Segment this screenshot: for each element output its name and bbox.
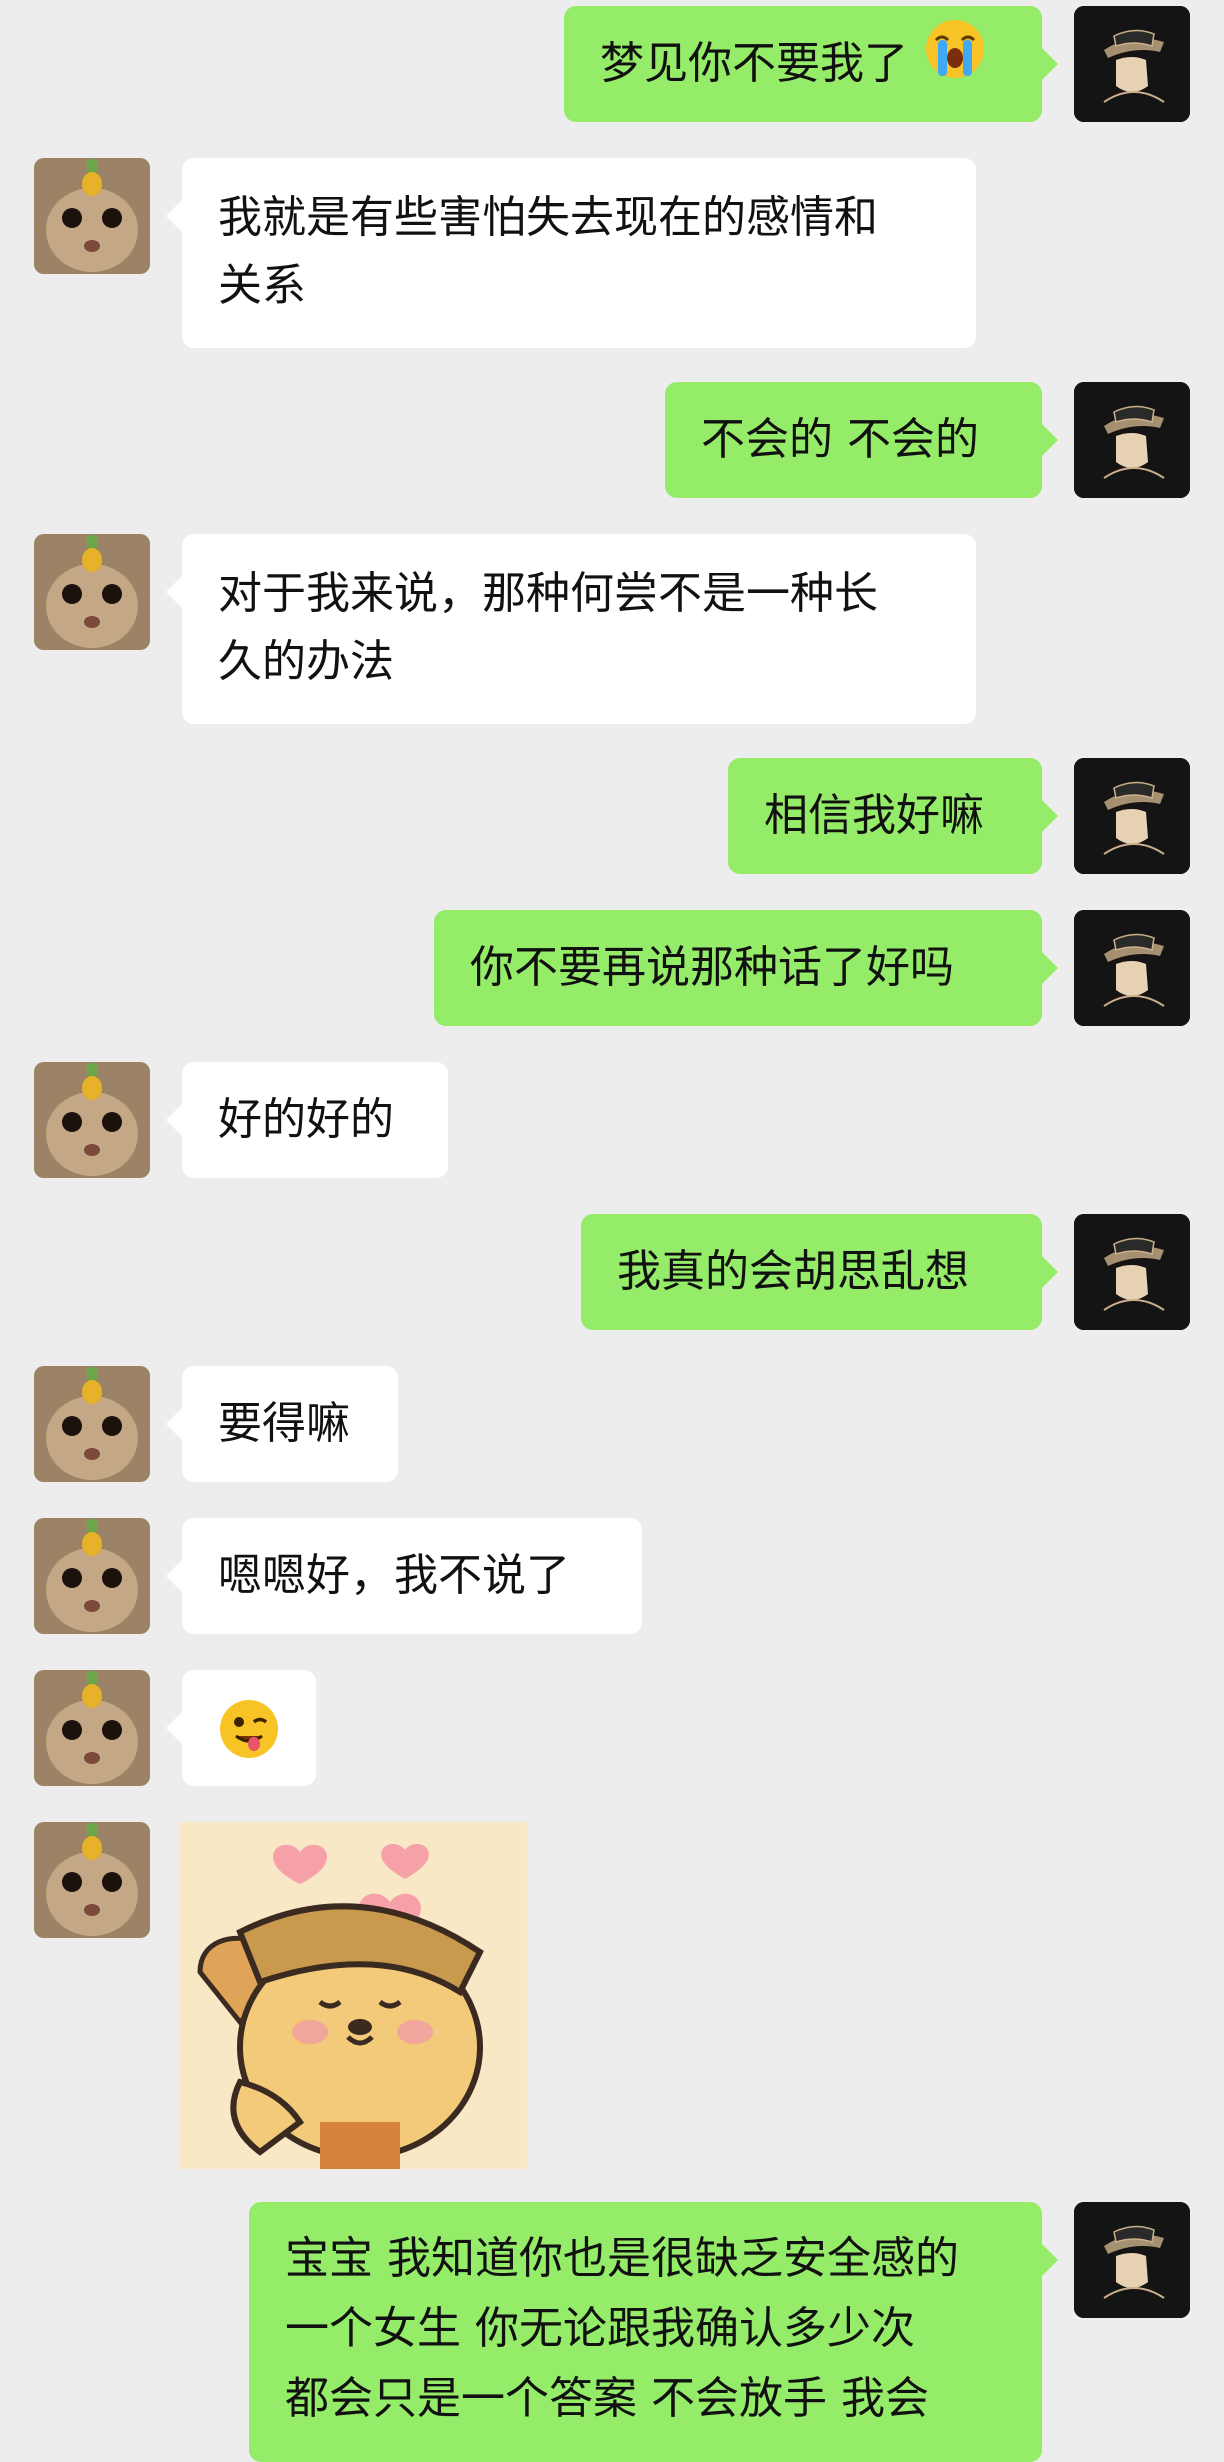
hat-man-avatar-icon [1074, 910, 1190, 1026]
my-avatar[interactable] [1074, 1214, 1190, 1330]
contact-avatar[interactable] [34, 1670, 150, 1786]
winking-face-with-tongue-icon [218, 1698, 280, 1780]
my-avatar[interactable] [1074, 2202, 1190, 2318]
contact-avatar[interactable] [34, 1366, 150, 1482]
hat-man-avatar-icon [1074, 758, 1190, 874]
message-line: 对于我来说，那种何尝不是一种长 [218, 568, 878, 619]
cat-avatar-icon [34, 1822, 150, 1938]
message-text: 梦见你不要我了 [600, 38, 908, 89]
cat-avatar-icon [34, 1518, 150, 1634]
message-bubble[interactable]: 梦见你不要我了 [564, 6, 1058, 124]
message-text: 相信我好嘛 [764, 790, 984, 841]
cat-avatar-icon [34, 1670, 150, 1786]
message-bubble[interactable]: 不会的 不会的 [665, 382, 1058, 498]
message-bubble[interactable]: 相信我好嘛 [728, 758, 1058, 874]
message-text: 嗯嗯好，我不说了 [218, 1550, 570, 1601]
message-bubble[interactable]: 要得嘛 [166, 1366, 398, 1482]
contact-avatar[interactable] [34, 1518, 150, 1634]
hat-man-avatar-icon [1074, 6, 1190, 122]
cat-avatar-icon [34, 1366, 150, 1482]
message-line: 关系 [218, 260, 306, 311]
contact-avatar[interactable] [34, 158, 150, 274]
message-line: 久的办法 [218, 636, 394, 687]
my-avatar[interactable] [1074, 382, 1190, 498]
message-text: 我真的会胡思乱想 [617, 1246, 969, 1297]
message-bubble[interactable]: 宝宝 我知道你也是很缺乏安全感的 一个女生 你无论跟我确认多少次 都会只是一个答… [249, 2202, 1058, 2462]
my-avatar[interactable] [1074, 910, 1190, 1026]
message-line: 都会只是一个答案 不会放手 我会 [285, 2373, 929, 2424]
contact-avatar[interactable] [34, 1822, 150, 1938]
hat-man-avatar-icon [1074, 1214, 1190, 1330]
message-bubble[interactable]: 嗯嗯好，我不说了 [166, 1518, 642, 1634]
message-line: 我就是有些害怕失去现在的感情和 [218, 192, 878, 243]
message-bubble[interactable]: 我就是有些害怕失去现在的感情和 关系 [166, 158, 976, 348]
message-line: 宝宝 我知道你也是很缺乏安全感的 [285, 2233, 959, 2284]
message-bubble[interactable]: 好的好的 [166, 1062, 448, 1178]
my-avatar[interactable] [1074, 758, 1190, 874]
message-text: 不会的 不会的 [701, 414, 979, 465]
hat-man-avatar-icon [1074, 2202, 1190, 2318]
message-line: 一个女生 你无论跟我确认多少次 [285, 2303, 915, 2354]
contact-avatar[interactable] [34, 534, 150, 650]
loudly-crying-face-icon [924, 8, 986, 124]
my-avatar[interactable] [1074, 6, 1190, 122]
message-bubble[interactable]: 你不要再说那种话了好吗 [434, 910, 1058, 1026]
cat-avatar-icon [34, 534, 150, 650]
message-bubble[interactable]: 对于我来说，那种何尝不是一种长 久的办法 [166, 534, 976, 724]
message-bubble[interactable]: 我真的会胡思乱想 [581, 1214, 1058, 1330]
puppy-hugging-hearts-sticker[interactable] [180, 1822, 527, 2169]
message-text: 要得嘛 [218, 1398, 350, 1449]
hat-man-avatar-icon [1074, 382, 1190, 498]
message-bubble[interactable] [166, 1670, 316, 1786]
contact-avatar[interactable] [34, 1062, 150, 1178]
message-text: 你不要再说那种话了好吗 [470, 942, 954, 993]
cat-avatar-icon [34, 1062, 150, 1178]
cat-avatar-icon [34, 158, 150, 274]
message-text: 好的好的 [218, 1094, 394, 1145]
